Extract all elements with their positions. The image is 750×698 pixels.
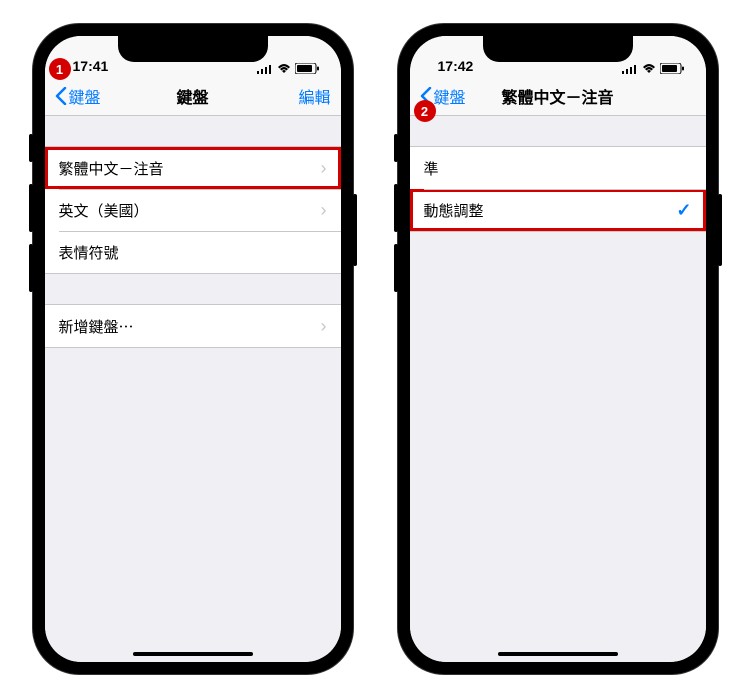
chevron-right-icon: › xyxy=(321,200,327,221)
row-label: 新增鍵盤⋯ xyxy=(59,316,321,337)
mute-switch xyxy=(29,134,33,162)
status-time: 17:42 xyxy=(438,58,474,74)
edit-button[interactable]: 編輯 xyxy=(271,84,331,108)
layout-options-group: 準 動態調整 ✓ xyxy=(410,146,706,232)
home-indicator[interactable] xyxy=(133,652,253,656)
back-label: 鍵盤 xyxy=(434,84,466,108)
volume-up-button xyxy=(29,184,33,232)
status-indicators xyxy=(257,63,319,74)
annotation-badge-2: 2 xyxy=(414,116,436,122)
notch xyxy=(118,36,268,62)
row-label: 表情符號 xyxy=(59,242,327,263)
row-label: 準 xyxy=(424,158,692,179)
page-title: 繁體中文－注音 xyxy=(501,84,613,108)
phone-frame-right: 17:42 鍵盤 繁體中文－注音 2 準 動態調整 xyxy=(398,24,718,674)
battery-icon xyxy=(660,63,684,74)
content-area: 1 繁體中文－注音 › 英文（美國） › 表情符號 新增鍵盤⋯ › xyxy=(45,116,341,662)
chevron-right-icon: › xyxy=(321,316,327,337)
power-button xyxy=(718,194,722,266)
power-button xyxy=(353,194,357,266)
back-label: 鍵盤 xyxy=(69,84,101,108)
screen-right: 17:42 鍵盤 繁體中文－注音 2 準 動態調整 xyxy=(410,36,706,662)
nav-bar: 鍵盤 繁體中文－注音 xyxy=(410,76,706,116)
chevron-left-icon xyxy=(55,87,67,105)
signal-icon xyxy=(257,64,273,74)
screen-left: 17:41 鍵盤 鍵盤 編輯 1 繁體中文－注音 › xyxy=(45,36,341,662)
nav-bar: 鍵盤 鍵盤 編輯 xyxy=(45,76,341,116)
layout-row-dynamic[interactable]: 動態調整 ✓ xyxy=(410,189,706,231)
battery-icon xyxy=(295,63,319,74)
content-area: 2 準 動態調整 ✓ xyxy=(410,116,706,662)
volume-down-button xyxy=(394,244,398,292)
volume-down-button xyxy=(29,244,33,292)
wifi-icon xyxy=(642,64,656,74)
keyboard-row-emoji[interactable]: 表情符號 xyxy=(45,231,341,273)
keyboard-list-group: 繁體中文－注音 › 英文（美國） › 表情符號 xyxy=(45,146,341,274)
status-time: 17:41 xyxy=(73,58,109,74)
back-button[interactable]: 鍵盤 xyxy=(55,84,115,108)
status-indicators xyxy=(622,63,684,74)
wifi-icon xyxy=(277,64,291,74)
row-label: 動態調整 xyxy=(424,200,677,221)
chevron-right-icon: › xyxy=(321,158,327,179)
add-keyboard-group: 新增鍵盤⋯ › xyxy=(45,304,341,348)
mute-switch xyxy=(394,134,398,162)
add-keyboard-row[interactable]: 新增鍵盤⋯ › xyxy=(45,305,341,347)
home-indicator[interactable] xyxy=(498,652,618,656)
keyboard-row-english[interactable]: 英文（美國） › xyxy=(45,189,341,231)
signal-icon xyxy=(622,64,638,74)
page-title: 鍵盤 xyxy=(176,84,208,108)
checkmark-icon: ✓ xyxy=(676,200,691,221)
notch xyxy=(483,36,633,62)
phone-frame-left: 17:41 鍵盤 鍵盤 編輯 1 繁體中文－注音 › xyxy=(33,24,353,674)
layout-row-standard[interactable]: 準 xyxy=(410,147,706,189)
keyboard-row-zhuyin[interactable]: 繁體中文－注音 › xyxy=(45,147,341,189)
volume-up-button xyxy=(394,184,398,232)
row-label: 繁體中文－注音 xyxy=(59,158,321,179)
row-label: 英文（美國） xyxy=(59,200,321,221)
